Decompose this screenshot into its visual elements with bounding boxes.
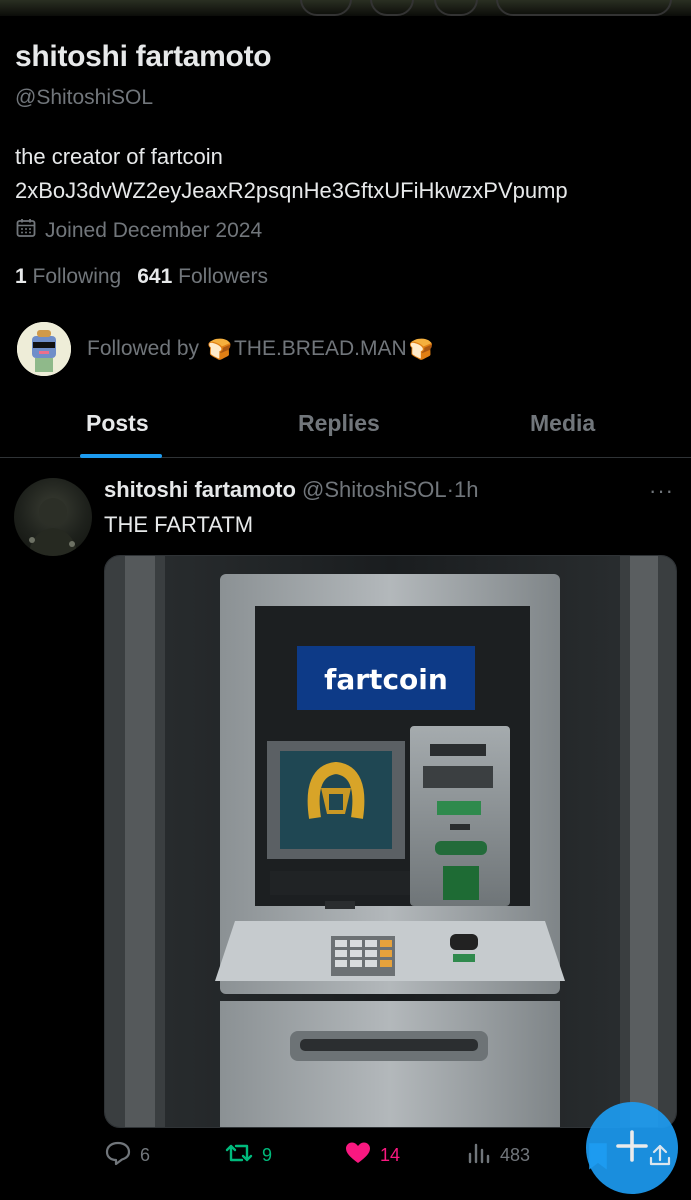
separator-dot: · [446,477,454,502]
post-header: shitoshi fartamoto @ShitoshiSOL·1h [104,477,478,503]
views-button[interactable]: 483 [466,1140,530,1171]
avatar[interactable] [17,322,71,376]
follow-stats: 1 Following 641 Followers [15,265,268,289]
image-sign-text: fartcoin [324,663,448,696]
more-icon[interactable]: ··· [649,478,674,504]
post-author-name[interactable]: shitoshi fartamoto [104,477,296,502]
following-label: Following [32,265,122,288]
like-button[interactable]: 14 [344,1140,400,1171]
repost-button[interactable]: 9 [224,1140,272,1171]
followers-label: Followers [178,265,268,288]
followed-by[interactable]: Followed by 🍞 THE.BREAD.MAN 🍞 [17,322,434,376]
post-actions: 6 9 14 483 [104,1140,584,1172]
bread-icon: 🍞 [207,338,232,361]
compose-plus-icon [612,1126,652,1171]
bio-line: the creator of fartcoin [15,144,223,169]
calendar-icon [15,217,37,245]
share-icon[interactable] [648,1142,672,1173]
followed-by-user[interactable]: 🍞 THE.BREAD.MAN 🍞 [207,337,434,362]
post-image[interactable]: fartcoin [104,555,677,1128]
post-author-avatar[interactable] [14,478,92,556]
bread-icon: 🍞 [408,338,434,361]
header-action-bubble[interactable] [370,0,414,16]
views-count: 483 [500,1145,531,1165]
tab-media[interactable]: Media [530,410,595,437]
post-author-handle[interactable]: @ShitoshiSOL [302,477,447,502]
followers-count: 641 [137,265,173,288]
joined-date: Joined December 2024 [15,217,262,245]
header-action-bubble[interactable] [300,0,352,16]
reply-icon [104,1140,132,1171]
header-action-bubble[interactable] [434,0,478,16]
profile-bio: the creator of fartcoin 2xBoJ3dvWZ2eyJea… [15,140,568,208]
like-count: 14 [380,1145,401,1165]
repost-count: 9 [262,1145,273,1165]
profile-name: shitoshi fartamoto [15,40,272,73]
active-tab-indicator [80,454,162,458]
views-icon [466,1140,492,1171]
followed-by-prefix: Followed by [87,337,200,360]
reply-count: 6 [140,1145,151,1165]
profile-handle: @ShitoshiSOL [15,86,154,109]
follow-button-outline[interactable] [496,0,672,16]
following-count: 1 [15,265,27,288]
tab-posts[interactable]: Posts [86,410,149,437]
followers-link[interactable]: 641 Followers [137,265,268,289]
joined-label: Joined December 2024 [45,219,263,242]
heart-icon [344,1140,372,1171]
tab-replies[interactable]: Replies [298,410,380,437]
post-time[interactable]: 1h [454,477,478,502]
post-text: THE FARTATM [104,512,254,537]
bio-contract-address[interactable]: 2xBoJ3dvWZ2eyJeaxR2psqnHe3GftxUFiHkwzxPV… [15,174,568,208]
reply-button[interactable]: 6 [104,1140,150,1171]
repost-icon [224,1140,254,1171]
following-link[interactable]: 1 Following [15,265,121,289]
profile-tabs: Posts Replies Media [0,396,691,458]
followed-by-name: THE.BREAD.MAN [233,337,407,360]
header-banner-strip [0,0,691,16]
